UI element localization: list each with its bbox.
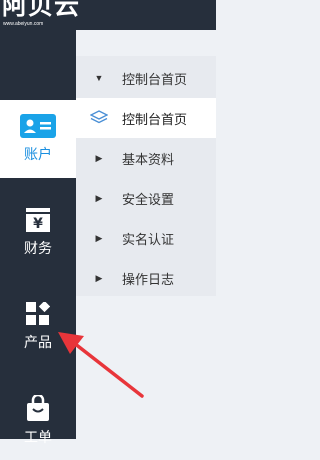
sidebar-item-label: 产品: [24, 334, 52, 350]
sidebar-item-label: 财务: [24, 240, 52, 256]
sidebar-item-finance[interactable]: ¥ 财务: [0, 194, 76, 272]
logo-domain: www.abeiyun.com: [3, 21, 44, 27]
menu-item-real-name-auth[interactable]: ▶ 实名认证: [76, 218, 216, 258]
menu-item-basic-profile[interactable]: ▶ 基本资料: [76, 138, 216, 178]
menu-item-operation-log[interactable]: ▶ 操作日志: [76, 258, 216, 298]
yuan-wallet-icon: ¥: [26, 208, 50, 232]
shopping-bag-icon: [27, 395, 49, 421]
menu-label: 控制台首页: [122, 71, 188, 87]
top-header: 阿贝云 www.abeiyun.com: [0, 0, 216, 30]
layers-icon: [90, 110, 108, 124]
sidebar-item-label: 账户: [24, 146, 52, 162]
menu-item-console-home[interactable]: 控制台首页: [76, 98, 216, 138]
caret-right-icon: ▶: [95, 152, 103, 163]
menu-label: 操作日志: [122, 271, 175, 287]
caret-right-icon: ▶: [95, 232, 103, 243]
menu-label: 控制台首页: [122, 111, 188, 127]
account-submenu: ▼ 控制台首页 控制台首页 ▶ 基本资料 ▶ 安全设置 ▶ 实名认证 ▶ 操作日…: [76, 56, 216, 296]
menu-group-console-home[interactable]: ▼ 控制台首页: [76, 58, 216, 98]
id-card-icon: [20, 114, 56, 138]
grid-blocks-icon: [26, 302, 50, 325]
svg-text:¥: ¥: [33, 216, 43, 232]
sidebar-item-account[interactable]: 账户: [0, 100, 76, 178]
caret-right-icon: ▶: [95, 192, 103, 203]
sidebar-item-tickets[interactable]: 工单: [0, 382, 76, 460]
menu-item-security-settings[interactable]: ▶ 安全设置: [76, 178, 216, 218]
menu-label: 基本资料: [122, 151, 175, 167]
caret-right-icon: ▶: [95, 272, 103, 283]
menu-label: 安全设置: [122, 191, 175, 207]
caret-down-icon: ▼: [94, 73, 104, 83]
logo[interactable]: 阿贝云: [2, 0, 80, 21]
sidebar: 账户 ¥ 财务 产品 工单: [0, 30, 76, 445]
sidebar-item-products[interactable]: 产品: [0, 288, 76, 366]
menu-label: 实名认证: [122, 231, 175, 247]
sidebar-item-label: 工单: [24, 429, 52, 445]
